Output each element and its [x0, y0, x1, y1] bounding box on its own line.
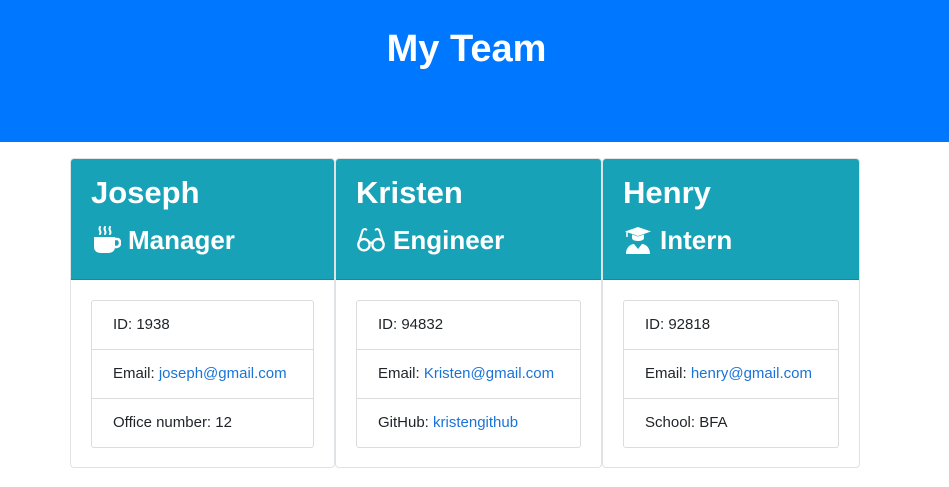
employee-role: Engineer [356, 223, 504, 257]
list-item-email: Email: Kristen@gmail.com [357, 350, 580, 399]
list-item-email: Email: joseph@gmail.com [92, 350, 313, 399]
email-link[interactable]: henry@gmail.com [691, 365, 812, 382]
id-label: ID: [645, 316, 669, 333]
details-list: ID: 1938 Email: joseph@gmail.com Office … [91, 300, 314, 448]
school-value: BFA [699, 414, 728, 431]
glasses-icon [356, 226, 386, 254]
id-value: 94832 [401, 316, 444, 333]
details-list: ID: 94832 Email: Kristen@gmail.com GitHu… [356, 300, 581, 448]
id-value: 92818 [668, 316, 711, 333]
id-label: ID: [113, 316, 137, 333]
office-label: Office number: [113, 414, 216, 431]
email-link[interactable]: Kristen@gmail.com [424, 365, 554, 382]
page-header: My Team [0, 0, 949, 142]
list-item-id: ID: 1938 [92, 301, 313, 350]
card-header: Henry Intern [603, 159, 859, 280]
list-item-id: ID: 92818 [624, 301, 838, 350]
employee-name: Joseph [91, 175, 200, 210]
office-value: 12 [215, 414, 232, 431]
employee-name: Kristen [356, 175, 463, 210]
graduate-icon [623, 226, 653, 254]
employee-card-engineer: Kristen Engineer ID: 94832 Email: Kriste… [335, 158, 602, 468]
id-label: ID: [378, 316, 402, 333]
school-label: School: [645, 414, 700, 431]
role-label: Intern [660, 225, 733, 255]
employee-card-manager: Joseph Manager ID: 1938 Email: joseph@gm… [70, 158, 335, 468]
email-link[interactable]: joseph@gmail.com [159, 365, 287, 382]
id-value: 1938 [136, 316, 170, 333]
employee-role: Intern [623, 223, 732, 257]
email-label: Email: [113, 365, 159, 382]
role-label: Manager [128, 225, 235, 255]
github-label: GitHub: [378, 414, 434, 431]
employee-card-intern: Henry Intern ID: 92818 Email: henry@gmai… [602, 158, 860, 468]
email-label: Email: [378, 365, 424, 382]
details-list: ID: 92818 Email: henry@gmail.com School:… [623, 300, 839, 448]
role-label: Engineer [393, 225, 505, 255]
list-item-school: School: BFA [624, 399, 838, 447]
email-label: Email: [645, 365, 691, 382]
employee-name: Henry [623, 175, 711, 210]
mug-hot-icon [91, 226, 121, 254]
list-item-github: GitHub: kristengithub [357, 399, 580, 447]
list-item-id: ID: 94832 [357, 301, 580, 350]
card-header: Kristen Engineer [336, 159, 601, 280]
github-link[interactable]: kristengithub [433, 414, 518, 431]
card-header: Joseph Manager [71, 159, 334, 280]
page-title: My Team [386, 28, 547, 70]
list-item-office: Office number: 12 [92, 399, 313, 447]
employee-role: Manager [91, 223, 235, 257]
list-item-email: Email: henry@gmail.com [624, 350, 838, 399]
